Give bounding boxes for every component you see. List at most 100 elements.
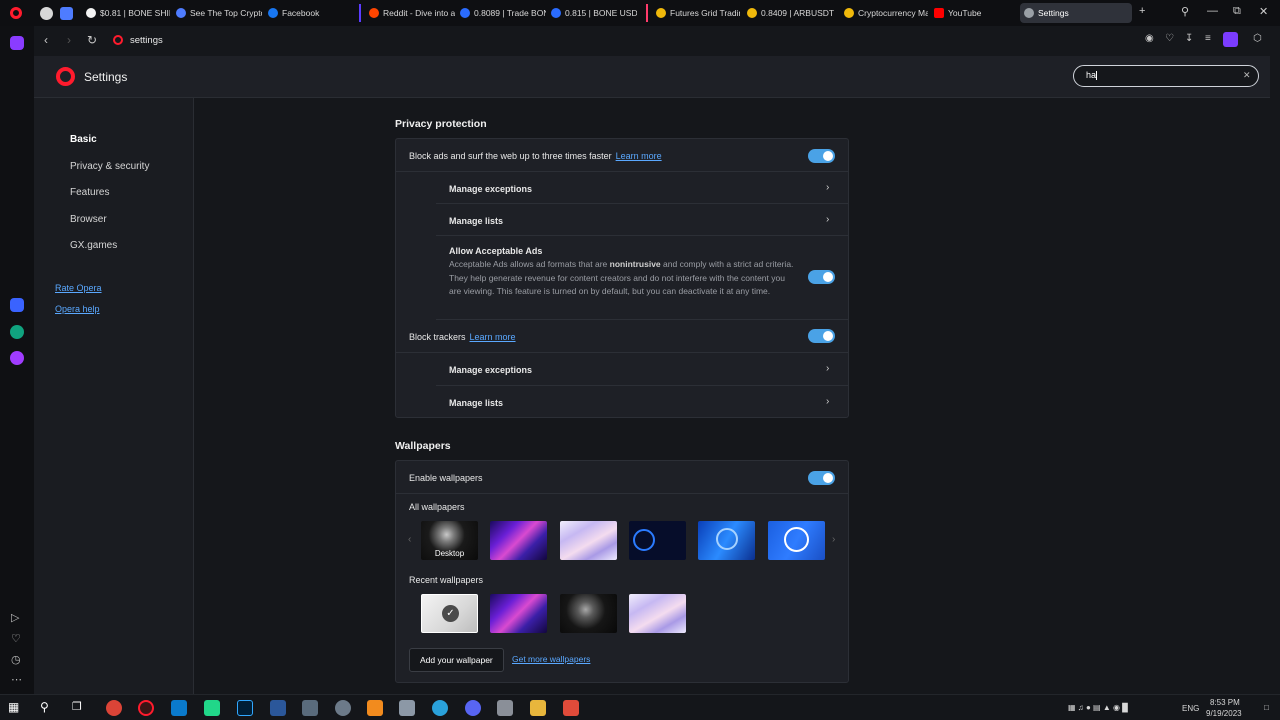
discord-icon[interactable] (465, 700, 481, 716)
task-view-icon[interactable]: ❐ (72, 700, 88, 716)
xampp-icon[interactable] (367, 700, 383, 716)
settings-search-input[interactable]: ha (1073, 65, 1259, 87)
close-window-button[interactable]: ✕ (1259, 5, 1268, 18)
recent-wallpaper-dark[interactable] (560, 594, 617, 633)
block-trackers-toggle[interactable] (808, 329, 835, 343)
ads-manage-lists-row[interactable]: Manage lists › (436, 204, 848, 236)
profile-icon[interactable] (1223, 32, 1238, 47)
carousel-next-icon[interactable]: › (832, 534, 835, 545)
tab-facebook[interactable]: Facebook (264, 3, 354, 23)
nav-item-basic[interactable]: Basic (70, 134, 97, 145)
block-ads-toggle[interactable] (808, 149, 835, 163)
calculator-icon[interactable] (302, 700, 318, 716)
tab-trade-bone[interactable]: 0.8089 | Trade BONE (456, 3, 546, 23)
block-trackers-learn-more-link[interactable]: Learn more (470, 332, 516, 342)
chrome-icon[interactable] (106, 700, 122, 716)
wallpaper-thumb-blue-m[interactable] (698, 521, 755, 560)
language-indicator[interactable]: ENG (1182, 704, 1199, 713)
messenger-icon[interactable] (10, 351, 24, 365)
opera-taskbar-icon[interactable] (138, 700, 154, 716)
enable-wallpapers-toggle[interactable] (808, 471, 835, 485)
block-trackers-row: Block trackers Learn more (396, 320, 848, 353)
camera-icon[interactable]: ◉ (1145, 33, 1154, 44)
heart-icon[interactable]: ♡ (11, 632, 21, 645)
player-icon[interactable]: ▷ (11, 611, 19, 624)
file-explorer-icon[interactable] (530, 700, 546, 716)
block-ads-learn-more-link[interactable]: Learn more (616, 151, 662, 161)
wallpaper-thumb-purple-waves[interactable] (490, 521, 547, 560)
tray-icons[interactable]: ▦ ♫ ● ▤ ▲ ◉ █ (1068, 703, 1128, 712)
back-icon[interactable]: ‹ (44, 33, 48, 47)
windows-taskbar: ▦ ⚲ ❐ ▦ ♫ ● ▤ ▲ ◉ █ ENG 8:53 PM 9/19/202… (0, 694, 1280, 720)
opera-help-link[interactable]: Opera help (55, 304, 100, 314)
rate-opera-link[interactable]: Rate Opera (55, 283, 102, 293)
tab-youtube[interactable]: YouTube (930, 3, 1010, 23)
url-text[interactable]: settings (130, 35, 163, 46)
restore-button[interactable]: ⧉ (1233, 5, 1241, 18)
new-tab-button[interactable]: + (1139, 5, 1145, 17)
opera-logo-icon[interactable] (10, 7, 22, 19)
tab-arbusdt[interactable]: 0.8409 | ARBUSDT (743, 3, 835, 23)
tab-cryptocurrency[interactable]: Cryptocurrency Ma (840, 3, 928, 23)
wallpaper-thumb-desktop[interactable]: Desktop (421, 521, 478, 560)
download-icon[interactable]: ↧ (1185, 33, 1193, 44)
telegram-icon[interactable] (432, 700, 448, 716)
tab-bone-shiba[interactable]: $0.81 | BONE SHIBA (82, 3, 170, 23)
pycharm-icon[interactable] (204, 700, 220, 716)
recent-wallpaper-pastel[interactable] (629, 594, 686, 633)
nav-item-gxgames[interactable]: GX.games (70, 240, 117, 251)
recent-wallpaper-selected[interactable]: ✓ (421, 594, 478, 633)
add-wallpaper-button[interactable]: Add your wallpaper (409, 648, 504, 672)
app-icon[interactable] (335, 700, 351, 716)
app-2-icon[interactable] (399, 700, 415, 716)
workspace-2-icon[interactable] (60, 7, 73, 20)
tab-top-crypto[interactable]: See The Top Crypto (172, 3, 262, 23)
aria-icon[interactable] (10, 298, 24, 312)
vscode-icon[interactable] (171, 700, 187, 716)
workspace-icon[interactable] (40, 7, 53, 20)
reload-icon[interactable]: ↻ (87, 33, 97, 47)
trackers-manage-lists-label: Manage lists (449, 398, 504, 408)
recent-wallpaper-purple-waves[interactable] (490, 594, 547, 633)
easy-setup-icon[interactable]: ≡ (1205, 33, 1211, 44)
app-4-icon[interactable] (563, 700, 579, 716)
favorites-heart-icon[interactable]: ♡ (1165, 33, 1174, 44)
ads-manage-exceptions-row[interactable]: Manage exceptions › (436, 172, 848, 204)
clear-search-icon[interactable]: ✕ (1243, 70, 1251, 81)
more-icon[interactable]: ⋯ (11, 673, 22, 686)
tab-settings[interactable]: Settings (1020, 3, 1132, 23)
tab-bone-usdt[interactable]: 0.815 | BONE USDT (547, 3, 637, 23)
reddit-icon (369, 8, 379, 18)
clock-date[interactable]: 9/19/2023 (1206, 709, 1242, 718)
tab-reddit[interactable]: Reddit - Dive into a (365, 3, 455, 23)
photoshop-icon[interactable] (237, 700, 253, 716)
block-ads-label: Block ads and surf the web up to three t… (409, 151, 612, 161)
settings-nav (34, 98, 194, 694)
wallpaper-thumb-blue-logo[interactable] (768, 521, 825, 560)
enable-wallpapers-label: Enable wallpapers (409, 473, 483, 483)
nav-item-browser[interactable]: Browser (70, 214, 107, 225)
history-icon[interactable]: ◷ (11, 653, 21, 666)
windows-start-icon[interactable]: ▦ (8, 700, 24, 716)
wallpaper-thumb-pastel[interactable] (560, 521, 617, 560)
chatgpt-icon[interactable] (10, 325, 24, 339)
notifications-icon[interactable]: □ (1264, 703, 1269, 712)
trackers-manage-lists-row[interactable]: Manage lists › (436, 386, 848, 418)
forward-icon[interactable]: › (67, 33, 71, 47)
wallpaper-thumb-ring[interactable] (629, 521, 686, 560)
nav-item-features[interactable]: Features (70, 187, 109, 198)
tab-futures-grid[interactable]: Futures Grid Trading (652, 3, 740, 23)
get-more-wallpapers-link[interactable]: Get more wallpapers (512, 654, 590, 664)
word-icon[interactable] (270, 700, 286, 716)
acceptable-ads-toggle[interactable] (808, 270, 835, 284)
trackers-manage-exceptions-row[interactable]: Manage exceptions › (436, 353, 848, 386)
clock-time[interactable]: 8:53 PM (1210, 698, 1240, 707)
extensions-icon[interactable]: ⬡ (1253, 33, 1262, 44)
search-tabs-icon[interactable]: ⚲ (1181, 5, 1189, 18)
home-icon[interactable] (10, 36, 24, 50)
search-icon[interactable]: ⚲ (40, 700, 56, 716)
app-3-icon[interactable] (497, 700, 513, 716)
carousel-prev-icon[interactable]: ‹ (408, 534, 411, 545)
minimize-button[interactable]: — (1207, 5, 1218, 17)
nav-item-privacy[interactable]: Privacy & security (70, 161, 149, 172)
